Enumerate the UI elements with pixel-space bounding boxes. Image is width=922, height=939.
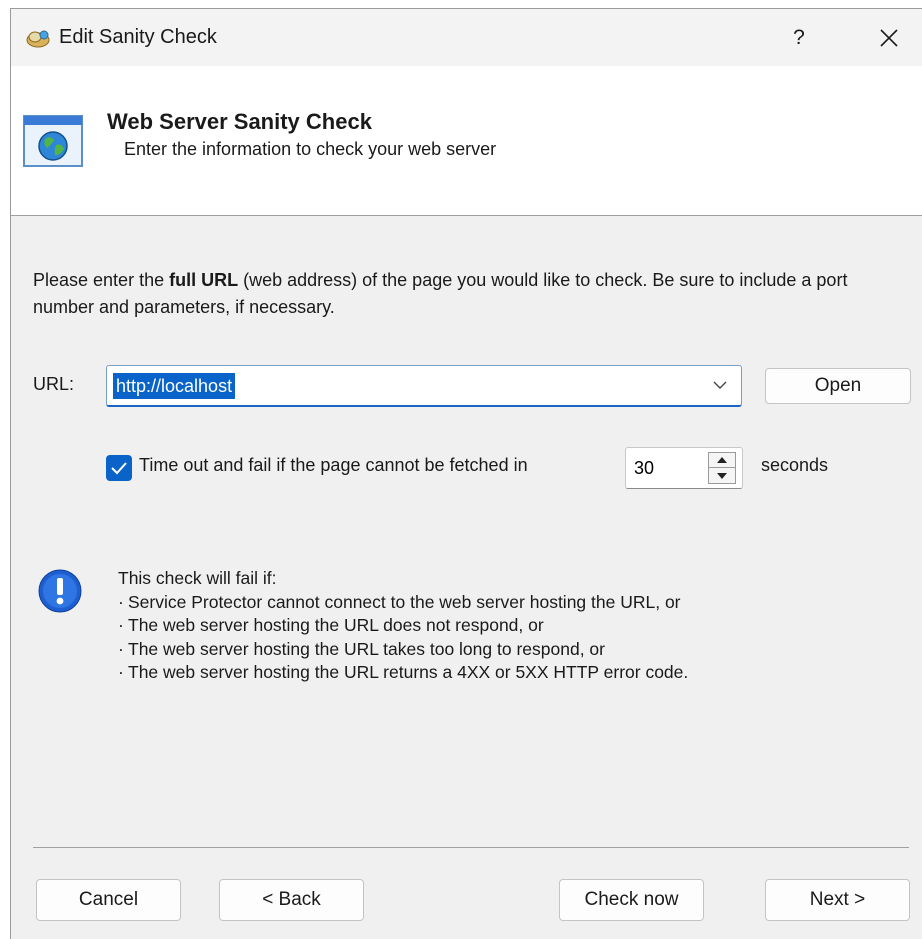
seconds-label: seconds <box>761 455 829 475</box>
next-button[interactable]: Next > <box>765 879 910 921</box>
timeout-label: Time out and fail if the page cannot be … <box>139 455 528 475</box>
list-item-text: The web server hosting the URL returns a… <box>128 662 689 682</box>
footer-divider <box>33 847 909 848</box>
list-item: · The web server hosting the URL takes to… <box>118 638 688 662</box>
page-subtitle: Enter the information to check your web … <box>124 139 497 159</box>
list-item: · Service Protector cannot connect to the… <box>118 591 688 615</box>
url-selected-text: http://localhost <box>113 373 236 399</box>
title-bar[interactable]: Edit Sanity Check ? <box>11 9 922 66</box>
instructions-text: Please enter the full URL (web address) … <box>33 267 913 321</box>
web-page-globe-icon <box>23 115 83 167</box>
bullet: · <box>118 615 124 635</box>
exclamation-info-icon <box>38 569 82 613</box>
list-item-text: The web server hosting the URL does not … <box>128 615 544 635</box>
check-now-button[interactable]: Check now <box>559 879 704 921</box>
stepper-buttons <box>708 452 736 484</box>
help-button[interactable]: ? <box>773 9 825 66</box>
page-title: Web Server Sanity Check <box>107 109 372 134</box>
failure-heading: This check will fail if: <box>118 568 277 588</box>
timeout-input[interactable] <box>634 456 704 480</box>
open-button[interactable]: Open <box>765 368 911 404</box>
back-button[interactable]: < Back <box>219 879 364 921</box>
bullet: · <box>118 638 124 659</box>
url-label: URL: <box>33 374 75 394</box>
caret-down-icon <box>717 472 727 479</box>
timeout-checkbox[interactable] <box>106 455 132 481</box>
instructions-bold: full URL <box>169 270 239 290</box>
timeout-stepper[interactable] <box>625 447 743 489</box>
failure-conditions: This check will fail if: · Service Protec… <box>118 567 688 685</box>
stepper-up-button[interactable] <box>709 453 735 468</box>
list-item: · The web server hosting the URL returns … <box>118 661 688 685</box>
list-item-text: Service Protector cannot connect to the … <box>128 591 681 612</box>
url-combobox[interactable]: http://localhost <box>106 365 742 407</box>
close-icon <box>880 28 898 47</box>
caret-up-icon <box>717 457 727 463</box>
app-icon <box>26 30 50 48</box>
list-item-text: The web server hosting the URL takes too… <box>128 638 605 659</box>
cancel-button[interactable]: Cancel <box>36 879 181 921</box>
window-title: Edit Sanity Check <box>59 26 217 48</box>
bullet: · <box>118 591 124 612</box>
bullet: · <box>118 662 124 682</box>
list-item: · The web server hosting the URL does not… <box>118 614 688 638</box>
instructions-prefix: Please enter the <box>33 270 170 290</box>
wizard-header: Web Server Sanity Check Enter the inform… <box>11 66 922 216</box>
dialog-window: Edit Sanity Check ? Web Server Sanity Ch… <box>10 8 922 939</box>
chevron-down-icon[interactable] <box>713 380 727 390</box>
stepper-down-button[interactable] <box>709 468 735 483</box>
checkmark-icon <box>111 462 127 475</box>
close-button[interactable] <box>861 9 917 66</box>
